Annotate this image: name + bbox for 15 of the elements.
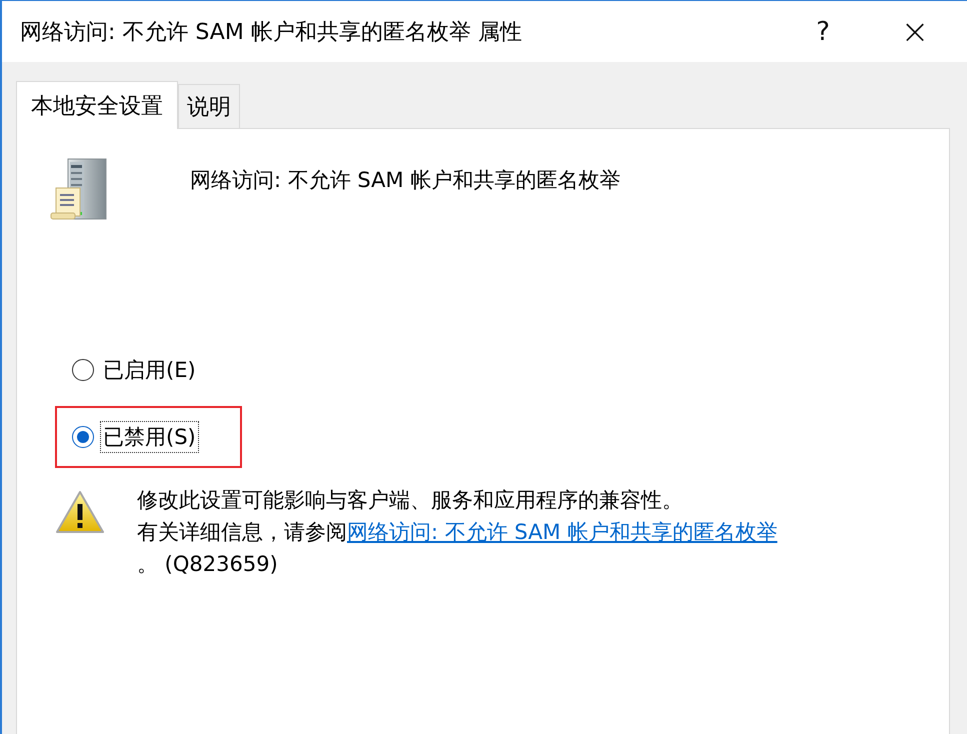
close-button[interactable]: × bbox=[869, 2, 961, 62]
policy-link[interactable]: 网络访问: 不允许 SAM 帐户和共享的匿名枚举 bbox=[347, 520, 778, 544]
tab[interactable]: 本地安全设置 bbox=[16, 81, 178, 129]
radio-button[interactable] bbox=[72, 426, 94, 448]
radio-button[interactable] bbox=[72, 359, 94, 381]
info-text: 有关详细信息，请参阅 bbox=[137, 520, 347, 544]
warning-icon bbox=[55, 490, 105, 534]
radio-label[interactable]: 已禁用(S) bbox=[100, 421, 199, 453]
warning-text: 修改此设置可能影响与客户端、服务和应用程序的兼容性。 bbox=[137, 487, 684, 514]
window-title: 网络访问: 不允许 SAM 帐户和共享的匿名枚举 属性 bbox=[20, 18, 523, 46]
policy-name: 网络访问: 不允许 SAM 帐户和共享的匿名枚举 bbox=[190, 167, 620, 194]
help-button[interactable]: ? bbox=[777, 2, 869, 62]
article-reference: 。 (Q823659) bbox=[137, 551, 279, 578]
radio-label[interactable]: 已启用(E) bbox=[100, 354, 199, 386]
tab[interactable]: 说明 bbox=[178, 84, 240, 128]
